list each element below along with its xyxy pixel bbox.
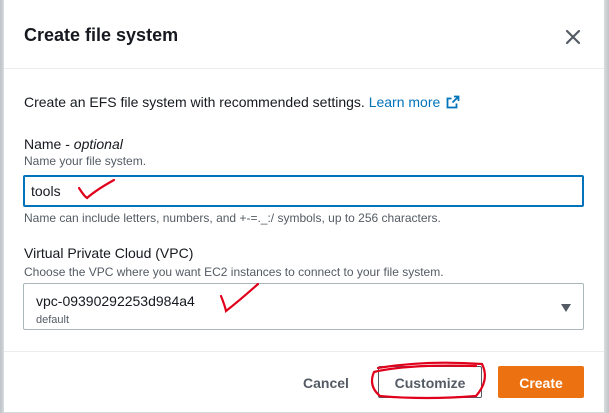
name-field-description: Name your file system. [24,154,147,168]
caret-down-icon [561,304,571,312]
vpc-selected-sub: default [36,314,70,326]
external-link-icon [446,95,460,109]
vpc-selected-value: vpc-09390292253d984a4 [36,293,195,309]
learn-more-label: Learn more [368,94,441,110]
name-label-optional: optional [73,136,123,152]
name-constraint-text: Name can include letters, numbers, and +… [24,211,441,225]
close-button[interactable] [562,26,584,48]
cancel-button[interactable]: Cancel [292,366,360,398]
close-icon [565,29,581,45]
intro-text: Create an EFS file system with recommend… [24,94,460,110]
name-field-label: Name - optional [24,136,123,152]
intro-description: Create an EFS file system with recommend… [24,94,365,110]
dialog-title: Create file system [24,25,179,45]
create-file-system-dialog: Create file system Create an EFS file sy… [4,0,604,412]
dialog-header: Create file system [4,0,604,69]
vpc-select[interactable]: vpc-09390292253d984a4 default [23,283,584,330]
name-label-text: Name - [24,136,74,152]
dialog-footer: Cancel Customize Create [4,351,604,412]
name-input[interactable] [23,175,584,207]
vpc-field-description: Choose the VPC where you want EC2 instan… [24,265,444,279]
learn-more-link[interactable]: Learn more [369,94,461,110]
customize-button[interactable]: Customize [378,366,482,398]
vpc-field-label: Virtual Private Cloud (VPC) [24,245,194,261]
create-button[interactable]: Create [498,366,584,398]
